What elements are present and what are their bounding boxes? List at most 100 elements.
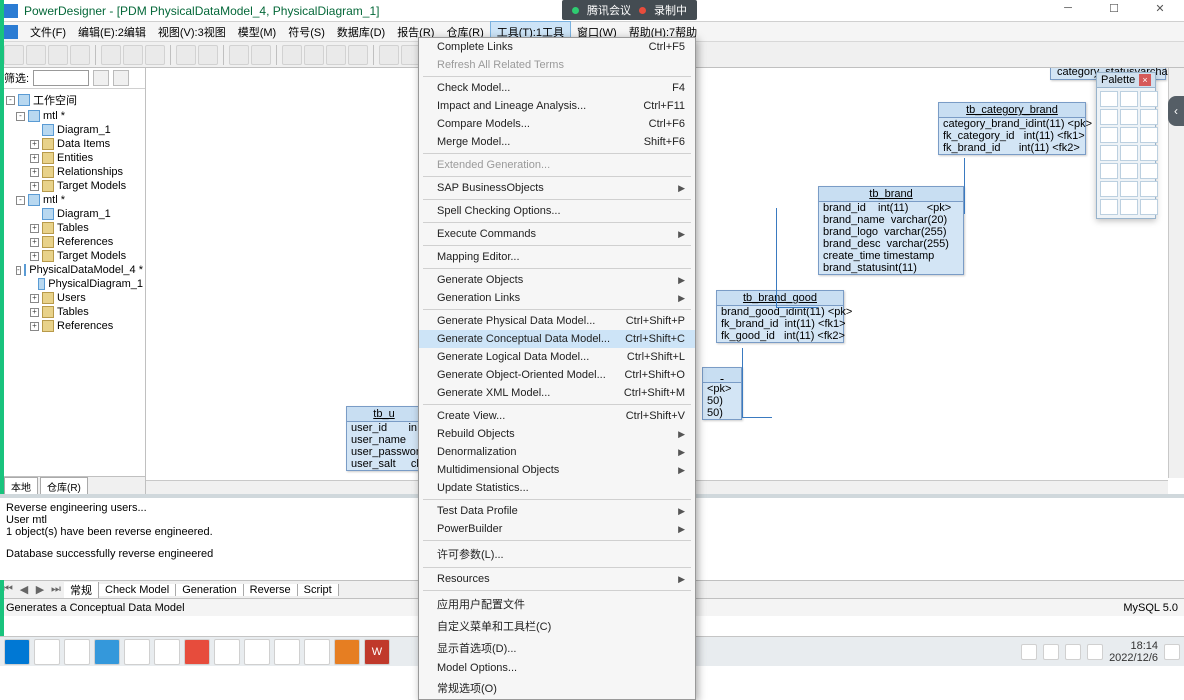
minimize-button[interactable]: ─ [1048, 2, 1088, 20]
filter-input[interactable] [33, 70, 89, 86]
tool-open-icon[interactable] [26, 45, 46, 65]
filter-options-icon[interactable] [113, 70, 129, 86]
tray-icon[interactable] [1087, 644, 1103, 660]
output-nav-prev-icon[interactable]: ◀ [16, 583, 32, 596]
expand-icon[interactable]: + [30, 238, 39, 247]
tool-e-icon[interactable] [379, 45, 399, 65]
app5-icon[interactable] [214, 639, 240, 665]
palette-table-icon[interactable] [1100, 145, 1118, 161]
palette-hand-icon[interactable] [1120, 91, 1138, 107]
expand-icon[interactable]: + [30, 154, 39, 163]
tray-icon[interactable] [1065, 644, 1081, 660]
tool-b-icon[interactable] [304, 45, 324, 65]
output-tab-script[interactable]: Script [298, 584, 339, 596]
palette-fit-icon[interactable] [1120, 109, 1138, 125]
app2-icon[interactable] [124, 639, 150, 665]
menu-item[interactable]: SAP BusinessObjects▶ [419, 179, 695, 197]
menu-item[interactable]: Generate Objects▶ [419, 271, 695, 289]
menu-item[interactable]: Execute Commands▶ [419, 225, 695, 243]
palette-rect-icon[interactable] [1100, 199, 1118, 215]
app4-icon[interactable] [184, 639, 210, 665]
tree-node[interactable]: +Tables [2, 305, 143, 319]
output-tab-generation[interactable]: Generation [176, 584, 243, 596]
menu-item[interactable]: Generate Conceptual Data Model...Ctrl+Sh… [419, 330, 695, 348]
cortana-icon[interactable] [64, 639, 90, 665]
menu-model[interactable]: 模型(M) [232, 22, 283, 42]
output-tab-check[interactable]: Check Model [99, 584, 176, 596]
app3-icon[interactable] [154, 639, 180, 665]
app10-icon[interactable]: W [364, 639, 390, 665]
palette-pointer-icon[interactable] [1100, 91, 1118, 107]
model-tree[interactable]: -工作空间-mtl *Diagram_1+Data Items+Entities… [0, 89, 145, 476]
tree-node[interactable]: PhysicalDiagram_1 [2, 277, 143, 291]
expand-icon[interactable]: + [30, 252, 39, 261]
tool-print-icon[interactable] [70, 45, 90, 65]
tree-node[interactable]: -PhysicalDataModel_4 * [2, 263, 143, 277]
palette-link-icon[interactable] [1100, 181, 1118, 197]
menu-item[interactable]: Generate Object-Oriented Model...Ctrl+Sh… [419, 366, 695, 384]
collapse-icon[interactable]: - [16, 196, 25, 205]
tool-copy-icon[interactable] [123, 45, 143, 65]
palette-note-icon[interactable] [1140, 163, 1158, 179]
menu-item[interactable]: Update Statistics... [419, 479, 695, 497]
menu-item[interactable]: Complete LinksCtrl+F5 [419, 38, 695, 56]
palette-arc-icon[interactable] [1140, 181, 1158, 197]
tool-new-icon[interactable] [4, 45, 24, 65]
menu-item[interactable]: 应用用户配置文件 [419, 593, 695, 615]
app1-icon[interactable] [94, 639, 120, 665]
expand-icon[interactable]: + [30, 182, 39, 191]
notification-icon[interactable] [1164, 644, 1180, 660]
entity-tb-brand[interactable]: tb_brand brand_id int(11) <pk> brand_nam… [818, 186, 964, 275]
palette-text-icon[interactable] [1140, 199, 1158, 215]
menu-item[interactable]: 自定义菜单和工具栏(C) [419, 615, 695, 637]
menu-item[interactable]: 许可参数(L)... [419, 543, 695, 565]
palette-close-icon[interactable]: × [1139, 74, 1151, 86]
menu-item[interactable]: Generation Links▶ [419, 289, 695, 307]
output-nav-next-icon[interactable]: ▶ [32, 583, 48, 596]
output-nav-last-icon[interactable]: ⏭ [48, 583, 64, 596]
side-pull-handle[interactable]: ‹ [1168, 96, 1184, 126]
tree-node[interactable]: Diagram_1 [2, 123, 143, 137]
menu-item[interactable]: Check Model...F4 [419, 79, 695, 97]
menu-view[interactable]: 视图(V):3视图 [152, 22, 232, 42]
tree-node[interactable]: +Users [2, 291, 143, 305]
entity-tb-user[interactable]: tb_u user_id in user_name va user_passwo… [346, 406, 422, 471]
menu-item[interactable]: Generate Physical Data Model...Ctrl+Shif… [419, 312, 695, 330]
expand-icon[interactable]: + [30, 322, 39, 331]
palette-zoomout-icon[interactable] [1100, 109, 1118, 125]
entity-tb-category-brand[interactable]: tb_category_brand category_brand_idint(1… [938, 102, 1086, 155]
close-button[interactable]: ✕ [1140, 2, 1180, 20]
menu-item[interactable]: Rebuild Objects▶ [419, 425, 695, 443]
entity-fragment-1[interactable]: <pk> 50) 50) [702, 367, 742, 420]
tree-node[interactable]: +Data Items [2, 137, 143, 151]
filter-clear-icon[interactable] [93, 70, 109, 86]
menu-item[interactable]: Denormalization▶ [419, 443, 695, 461]
canvas-vscroll[interactable] [1168, 68, 1184, 478]
menu-item[interactable]: Multidimensional Objects▶ [419, 461, 695, 479]
menu-item[interactable]: Impact and Lineage Analysis...Ctrl+F11 [419, 97, 695, 115]
palette-file-icon[interactable] [1120, 163, 1138, 179]
palette-ref-icon[interactable] [1140, 145, 1158, 161]
app8-icon[interactable] [304, 639, 330, 665]
palette-edit-icon[interactable] [1140, 127, 1158, 143]
tree-node[interactable]: +Target Models [2, 179, 143, 193]
tree-node[interactable]: Diagram_1 [2, 207, 143, 221]
menu-item[interactable]: Test Data Profile▶ [419, 502, 695, 520]
menu-file[interactable]: 文件(F) [24, 22, 72, 42]
app6-icon[interactable] [244, 639, 270, 665]
palette-grid-icon[interactable] [1140, 109, 1158, 125]
collapse-icon[interactable]: - [16, 112, 25, 121]
app7-icon[interactable] [274, 639, 300, 665]
tool-a-icon[interactable] [282, 45, 302, 65]
output-tab-general[interactable]: 常规 [64, 582, 99, 598]
maximize-button[interactable]: ☐ [1094, 2, 1134, 20]
tree-node[interactable]: -工作空间 [2, 91, 143, 109]
expand-icon[interactable]: + [30, 140, 39, 149]
tool-find-icon[interactable] [229, 45, 249, 65]
output-tab-reverse[interactable]: Reverse [244, 584, 298, 596]
search-icon[interactable] [34, 639, 60, 665]
menu-item[interactable]: 常规选项(O) [419, 677, 695, 699]
palette-zoom-icon[interactable] [1140, 91, 1158, 107]
app9-icon[interactable] [334, 639, 360, 665]
expand-icon[interactable]: + [30, 224, 39, 233]
